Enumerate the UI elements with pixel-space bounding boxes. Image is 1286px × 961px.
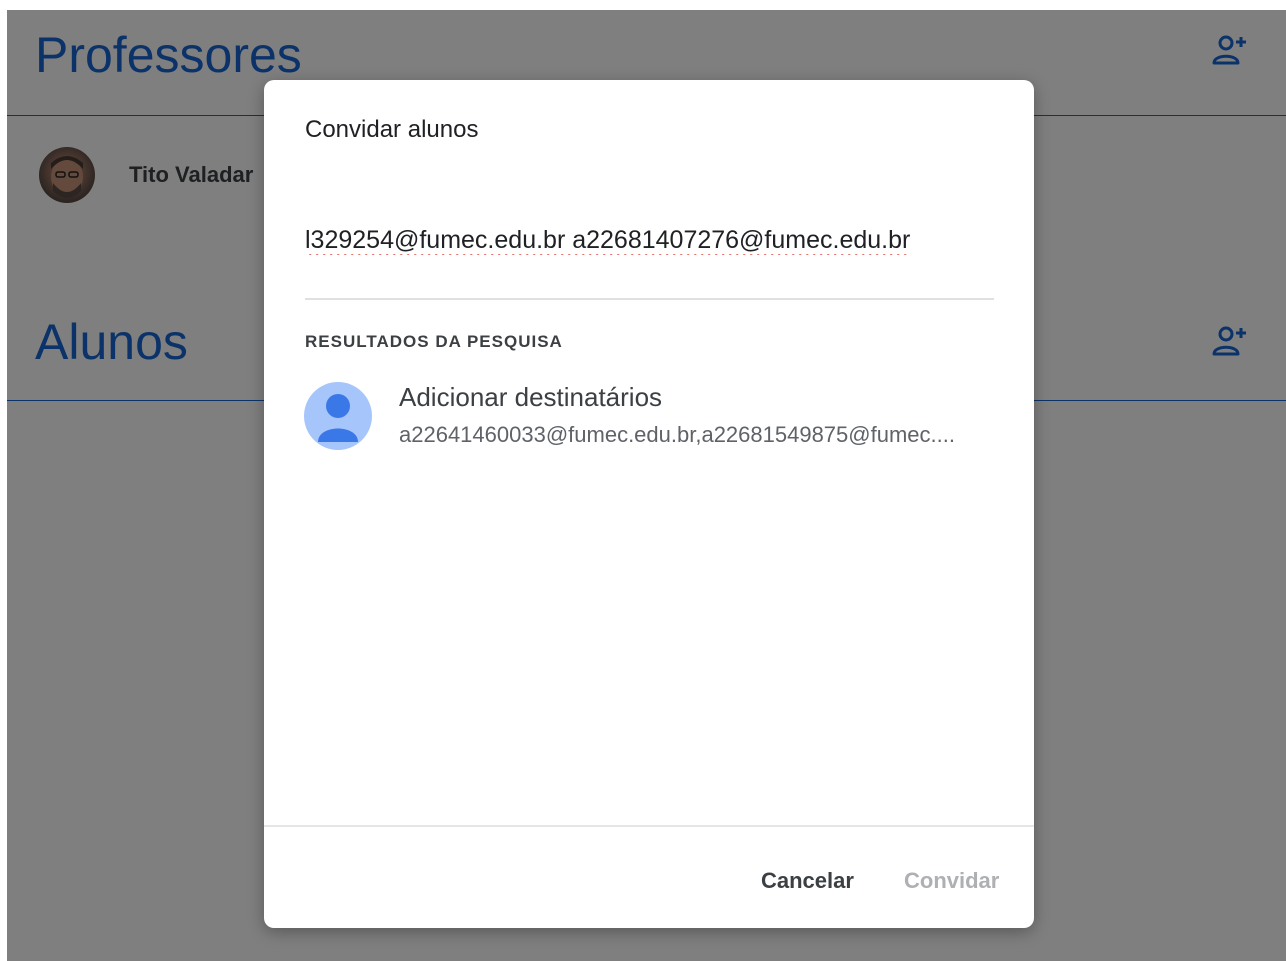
footer-divider [264, 825, 1034, 827]
cancel-button[interactable]: Cancelar [761, 868, 854, 894]
add-recipients-result[interactable]: Adicionar destinatários a22641460033@fum… [304, 380, 1024, 452]
screenshot-border-left [0, 0, 7, 961]
search-results-label: RESULTADOS DA PESQUISA [305, 332, 563, 351]
invite-button[interactable]: Convidar [904, 868, 999, 894]
result-title: Adicionar destinatários [399, 382, 663, 412]
screenshot-border-top [0, 0, 1286, 10]
result-emails: a22641460033@fumec.edu.br,a22681549875@f… [399, 422, 955, 447]
invite-students-dialog: Convidar alunos RESULTADOS DA PESQUISA A… [264, 80, 1034, 928]
email-input[interactable] [305, 220, 995, 260]
dialog-title: Convidar alunos [305, 116, 479, 143]
input-divider [305, 298, 994, 300]
person-icon [304, 382, 372, 450]
